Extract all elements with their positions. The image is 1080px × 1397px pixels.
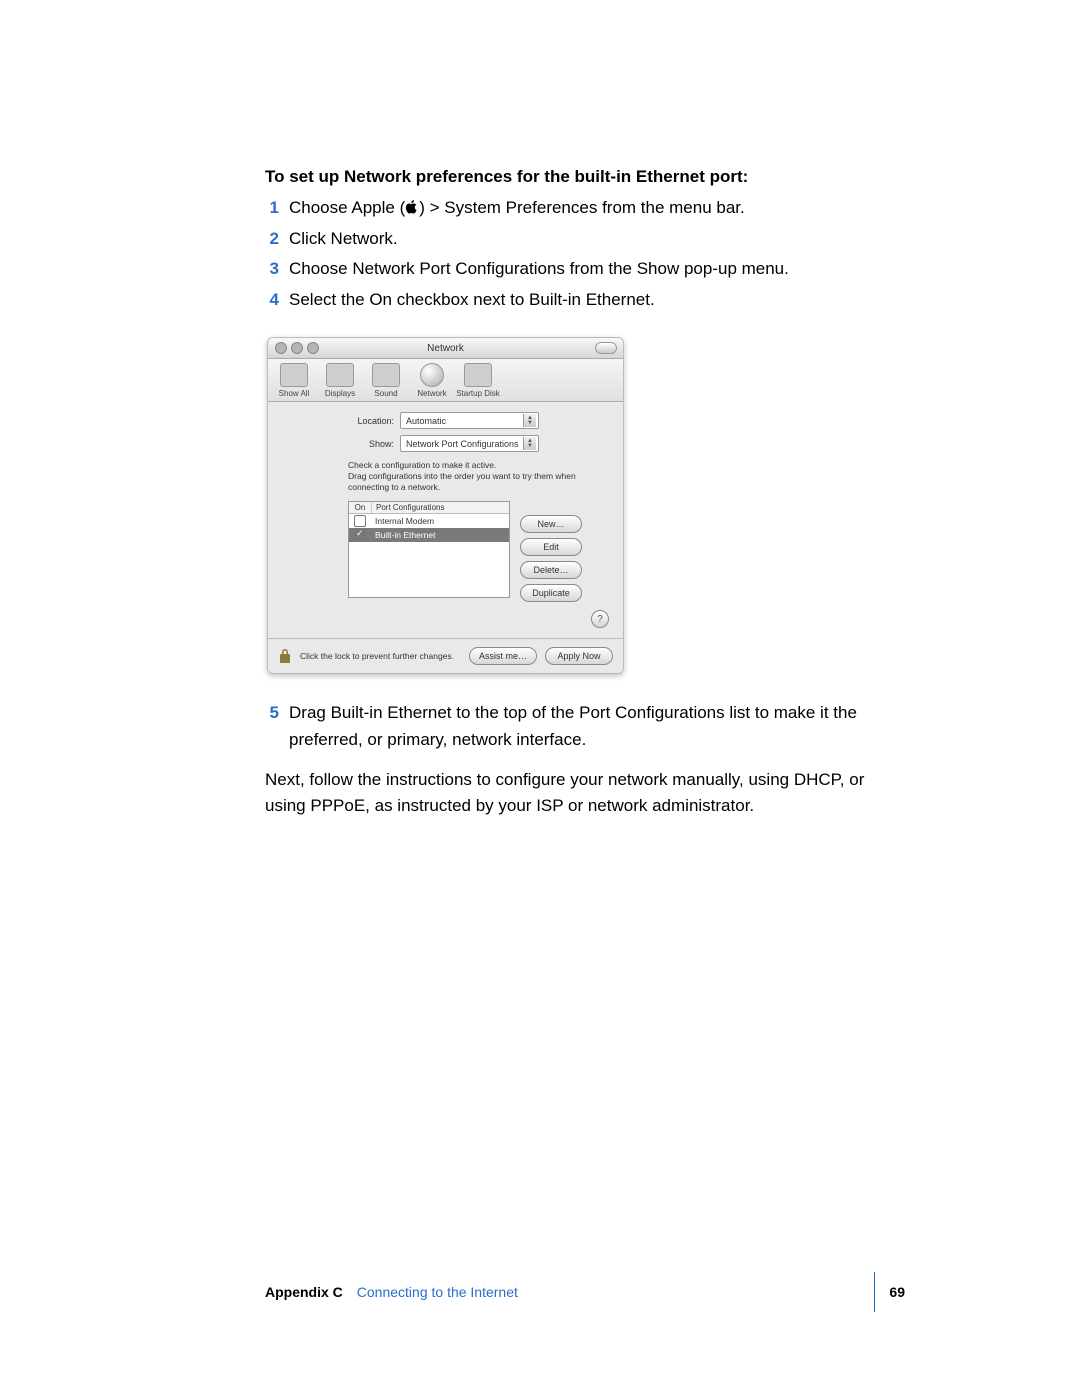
col-on: On (349, 502, 372, 513)
section-heading: To set up Network preferences for the bu… (265, 165, 905, 189)
duplicate-button[interactable]: Duplicate (520, 584, 582, 602)
prefs-toolbar: Show All Displays Sound Network Startup … (268, 359, 623, 402)
port-config-list[interactable]: On Port Configurations Internal Modem Bu… (348, 501, 510, 598)
show-all-icon (280, 363, 308, 387)
toolbar-show-all[interactable]: Show All (276, 363, 312, 398)
chevron-updown-icon: ▲▼ (523, 414, 536, 427)
list-item[interactable]: Internal Modem (349, 514, 509, 528)
appendix-label: Appendix C (265, 1284, 343, 1300)
apply-now-button[interactable]: Apply Now (545, 647, 613, 665)
delete-button[interactable]: Delete… (520, 561, 582, 579)
lock-icon[interactable] (278, 648, 292, 664)
apple-icon (405, 196, 419, 222)
location-label: Location: (282, 416, 394, 426)
step-text: Select the On checkbox next to Built-in … (289, 287, 655, 313)
startup-disk-icon (464, 363, 492, 387)
toolbar-startup-disk[interactable]: Startup Disk (460, 363, 496, 398)
checkbox[interactable] (354, 515, 366, 527)
list-item[interactable]: Built-in Ethernet (349, 528, 509, 542)
new-button[interactable]: New… (520, 515, 582, 533)
step-text: Choose Network Port Configurations from … (289, 256, 789, 282)
displays-icon (326, 363, 354, 387)
toolbar-displays[interactable]: Displays (322, 363, 358, 398)
chevron-updown-icon: ▲▼ (523, 437, 536, 450)
toolbar-sound[interactable]: Sound (368, 363, 404, 398)
step-5: 5 Drag Built-in Ethernet to the top of t… (265, 700, 905, 753)
page-footer: Appendix C Connecting to the Internet 69 (265, 1272, 905, 1312)
step-4: 4 Select the On checkbox next to Built-i… (265, 287, 905, 313)
step-2: 2 Click Network. (265, 226, 905, 252)
assist-button[interactable]: Assist me… (469, 647, 537, 665)
network-prefs-window: Network Show All Displays Sound Network (267, 337, 624, 674)
network-icon (420, 363, 444, 387)
step-number: 5 (265, 700, 279, 753)
step-1: 1 Choose Apple ( ) > System Preferences … (265, 195, 905, 222)
help-button[interactable]: ? (591, 610, 609, 628)
edit-button[interactable]: Edit (520, 538, 582, 556)
col-name: Port Configurations (372, 502, 509, 513)
toolbar-toggle-button[interactable] (595, 342, 617, 354)
step-text: Click Network. (289, 226, 398, 252)
step-number: 4 (265, 287, 279, 313)
step-number: 2 (265, 226, 279, 252)
footer-divider (874, 1272, 875, 1312)
window-title: Network (268, 343, 623, 354)
closing-paragraph: Next, follow the instructions to configu… (265, 767, 905, 820)
step-text: Choose Apple ( ) > System Preferences fr… (289, 195, 745, 222)
hint-text: Check a configuration to make it active.… (348, 460, 609, 493)
show-select[interactable]: Network Port Configurations ▲▼ (400, 435, 539, 452)
sound-icon (372, 363, 400, 387)
checkbox[interactable] (354, 529, 366, 541)
lock-text: Click the lock to prevent further change… (300, 651, 461, 661)
step-3: 3 Choose Network Port Configurations fro… (265, 256, 905, 282)
location-select[interactable]: Automatic ▲▼ (400, 412, 539, 429)
toolbar-network[interactable]: Network (414, 363, 450, 398)
step-number: 1 (265, 195, 279, 222)
step-text: Drag Built-in Ethernet to the top of the… (289, 700, 905, 753)
page-number: 69 (889, 1284, 905, 1300)
show-label: Show: (282, 439, 394, 449)
step-number: 3 (265, 256, 279, 282)
appendix-title: Connecting to the Internet (357, 1284, 518, 1300)
window-titlebar: Network (268, 338, 623, 359)
